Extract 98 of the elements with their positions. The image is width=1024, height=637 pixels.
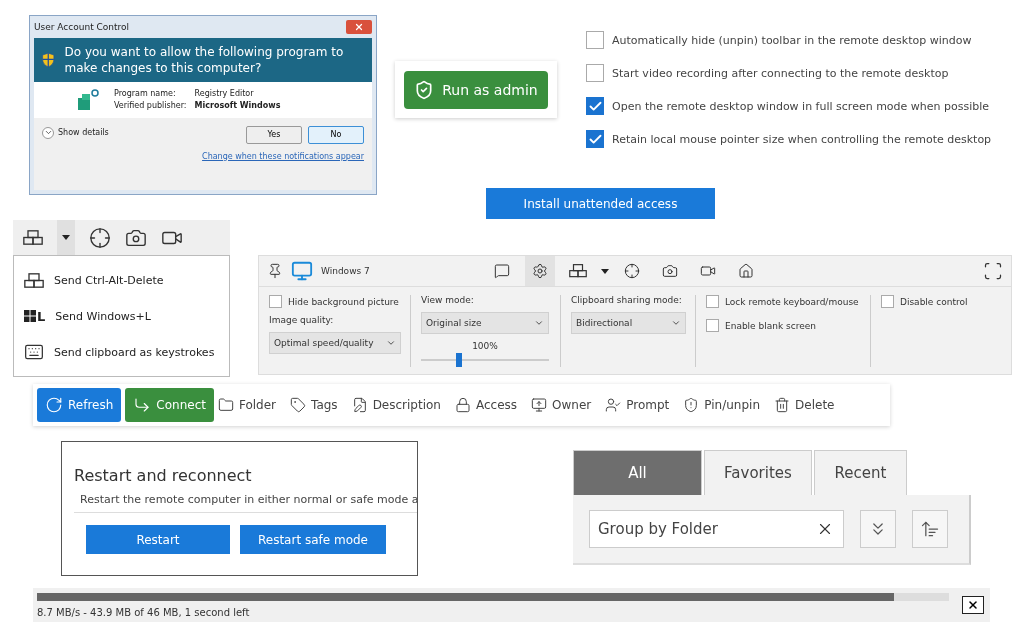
cubes-icon	[76, 88, 100, 112]
caret-icon	[62, 235, 70, 240]
field-label: View mode:	[421, 295, 475, 305]
quality-select[interactable]: Optimal speed/quality	[269, 332, 401, 354]
blocks-icon	[24, 271, 44, 289]
menu-item[interactable]: Send clipboard as keystrokes	[54, 345, 215, 359]
filter-tab[interactable]: Favorites	[704, 450, 812, 495]
blocks-icon	[569, 263, 587, 279]
option-label: Start video recording after connecting to the remote desktop	[612, 66, 949, 80]
dialog-button[interactable]: Yes	[246, 125, 302, 144]
checkbox[interactable]	[586, 64, 604, 82]
checkbox[interactable]	[706, 319, 719, 332]
folder-icon	[217, 397, 234, 413]
field-label: Clipboard sharing mode:	[571, 295, 683, 305]
action-button[interactable]: Owner	[531, 388, 592, 422]
action-button[interactable]: Pin/unpin	[683, 388, 761, 422]
dialog-question: Do you want to allow the following program to make changes to this computer?	[64, 44, 345, 76]
video-camera-icon	[700, 263, 716, 279]
view-mode-select[interactable]: Original size	[421, 312, 549, 334]
install-button[interactable]: Install unattended access	[486, 188, 715, 219]
crosshair-icon	[624, 263, 640, 279]
shield-icon	[683, 397, 700, 413]
panel-description: Restart the remote computer in either normal or safe mode a	[74, 493, 417, 513]
crosshair-icon	[89, 226, 111, 249]
home-icon	[738, 263, 754, 279]
dropdown-button[interactable]	[57, 220, 75, 255]
window-title: User Account Control	[34, 22, 130, 32]
chevron-down-icon	[534, 318, 544, 328]
document-pen-icon	[351, 397, 368, 413]
close-icon	[354, 22, 364, 32]
restart-button[interactable]: Restart	[86, 525, 230, 554]
sort-icon	[920, 519, 940, 539]
computer-name: Windows 7	[321, 266, 370, 276]
expand-button[interactable]	[860, 510, 896, 548]
action-button[interactable]: Refresh	[37, 388, 122, 422]
pin-icon	[267, 263, 283, 279]
arrow-icon	[133, 396, 152, 414]
notifications-link[interactable]: Change when these notifications appear	[202, 151, 364, 161]
field-value: Microsoft Windows	[194, 100, 281, 112]
tag-icon	[290, 397, 307, 413]
refresh-icon	[45, 396, 63, 414]
field-label: Image quality:	[269, 315, 335, 325]
panel-title: Restart and reconnect	[74, 466, 253, 485]
option-label: Automatically hide (unpin) toolbar in the remote desktop window	[612, 33, 972, 47]
chevron-down-icon	[386, 338, 396, 348]
run-as-admin-button[interactable]: Run as admin	[404, 70, 548, 109]
action-button[interactable]: Access	[454, 388, 518, 422]
trash-icon	[774, 397, 791, 413]
dialog-button[interactable]: No	[308, 125, 364, 144]
user-check-icon	[605, 397, 622, 413]
checkbox[interactable]	[586, 31, 604, 49]
group-field[interactable]: Group by Folder	[589, 510, 844, 548]
option-label: Open the remote desktop window in full screen mode when possible	[612, 99, 990, 113]
action-button[interactable]: Tags	[290, 388, 338, 422]
close-button[interactable]	[962, 596, 984, 614]
checkbox[interactable]	[706, 295, 719, 308]
clipboard-select[interactable]: Bidirectional	[571, 312, 686, 334]
camera-icon	[662, 263, 678, 279]
checkbox[interactable]	[881, 295, 894, 308]
blocks-icon	[23, 229, 43, 246]
filter-tab[interactable]: Recent	[814, 450, 907, 495]
filter-tab[interactable]: All	[573, 450, 702, 495]
menu-item[interactable]: Send Windows+L	[55, 309, 151, 323]
field-value: Registry Editor	[194, 88, 255, 100]
checkbox-label: Disable control	[900, 296, 968, 307]
lock-icon	[454, 397, 471, 413]
monitor-person-icon	[531, 397, 548, 413]
checkbox-label: Enable blank screen	[725, 320, 816, 331]
zoom-value: 100%	[472, 341, 498, 351]
settings-icon	[532, 263, 548, 279]
checkbox[interactable]	[586, 130, 604, 148]
action-button[interactable]: Folder	[217, 388, 277, 422]
action-button[interactable]: Prompt	[605, 388, 670, 422]
field-label: Program name:	[114, 88, 177, 100]
checkbox-label: Lock remote keyboard/mouse	[725, 296, 859, 307]
expand-icon[interactable]	[42, 126, 54, 139]
menu-item[interactable]: Send Ctrl-Alt-Delete	[54, 273, 164, 287]
keyboard-icon	[24, 342, 44, 362]
restart-button[interactable]: Restart safe mode	[240, 525, 386, 554]
action-button[interactable]: Connect	[125, 388, 214, 422]
details-label[interactable]: Show details	[58, 128, 109, 138]
close-icon	[967, 599, 979, 611]
checkbox-label: Hide background picture	[288, 296, 399, 307]
checkbox[interactable]	[269, 295, 282, 308]
download-status: 8.7 MB/s - 43.9 MB of 46 MB, 1 second left	[37, 606, 251, 618]
fullscreen-icon	[983, 261, 1003, 281]
slider-thumb[interactable]	[456, 353, 463, 367]
monitor-icon	[291, 260, 313, 282]
chat-icon	[494, 263, 510, 279]
action-button[interactable]: Description	[351, 388, 441, 422]
field-label: Verified publisher:	[114, 100, 187, 112]
chevron-down-icon	[671, 318, 681, 328]
shield-check-icon	[414, 79, 435, 100]
caret-icon	[601, 268, 609, 274]
sort-button[interactable]	[912, 510, 948, 548]
action-button[interactable]: Delete	[774, 388, 835, 422]
option-label: Retain local mouse pointer size when controlling the remote desktop	[612, 132, 992, 146]
checkbox[interactable]	[586, 97, 604, 115]
